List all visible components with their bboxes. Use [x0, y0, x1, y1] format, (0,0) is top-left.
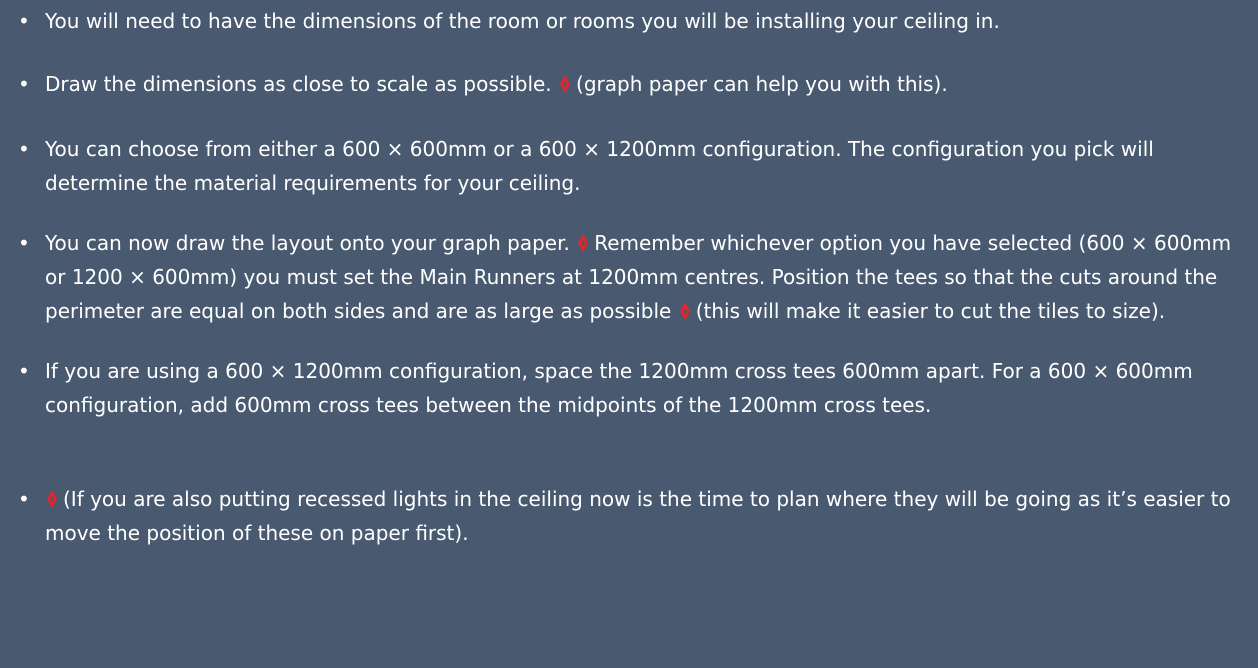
diamond-marker-icon	[47, 490, 57, 508]
diamond-marker-icon	[578, 234, 589, 252]
diamond-marker-icon	[560, 75, 571, 93]
list-item: • Draw the dimensions as close to scale a…	[18, 67, 1240, 101]
list-item-text: You can choose from either a 600 × 600mm…	[45, 137, 1154, 195]
list-item-text: Draw the dimensions as close to scale as…	[45, 72, 559, 96]
list-item: • (If you are also putting recessed light…	[18, 482, 1240, 550]
list-item-text: (If you are also putting recessed lights…	[45, 487, 1231, 545]
bullet-icon: •	[18, 137, 30, 161]
list-item: • You can now draw the layout onto your g…	[18, 226, 1240, 328]
instructions-content: • You will need to have the dimensions of…	[0, 0, 1258, 668]
list-item: • If you are using a 600 × 1200mm configu…	[18, 354, 1240, 422]
list-item-text: You will need to have the dimensions of …	[45, 9, 1000, 33]
bullet-icon: •	[18, 359, 30, 383]
bullet-icon: •	[18, 9, 30, 33]
list-item: • You will need to have the dimensions of…	[18, 4, 1240, 38]
list-item-text: (graph paper can help you with this).	[576, 72, 948, 96]
list-item-text: (this will make it easier to cut the til…	[695, 299, 1166, 323]
list-item-text: If you are using a 600 × 1200mm configur…	[45, 359, 1193, 417]
diamond-marker-icon	[679, 302, 690, 320]
list-item-text: You can now draw the layout onto your gr…	[45, 231, 577, 255]
bullet-icon: •	[18, 231, 30, 255]
bullet-icon: •	[18, 72, 30, 96]
list-item: • You can choose from either a 600 × 600m…	[18, 132, 1240, 200]
bullet-icon: •	[18, 487, 30, 511]
